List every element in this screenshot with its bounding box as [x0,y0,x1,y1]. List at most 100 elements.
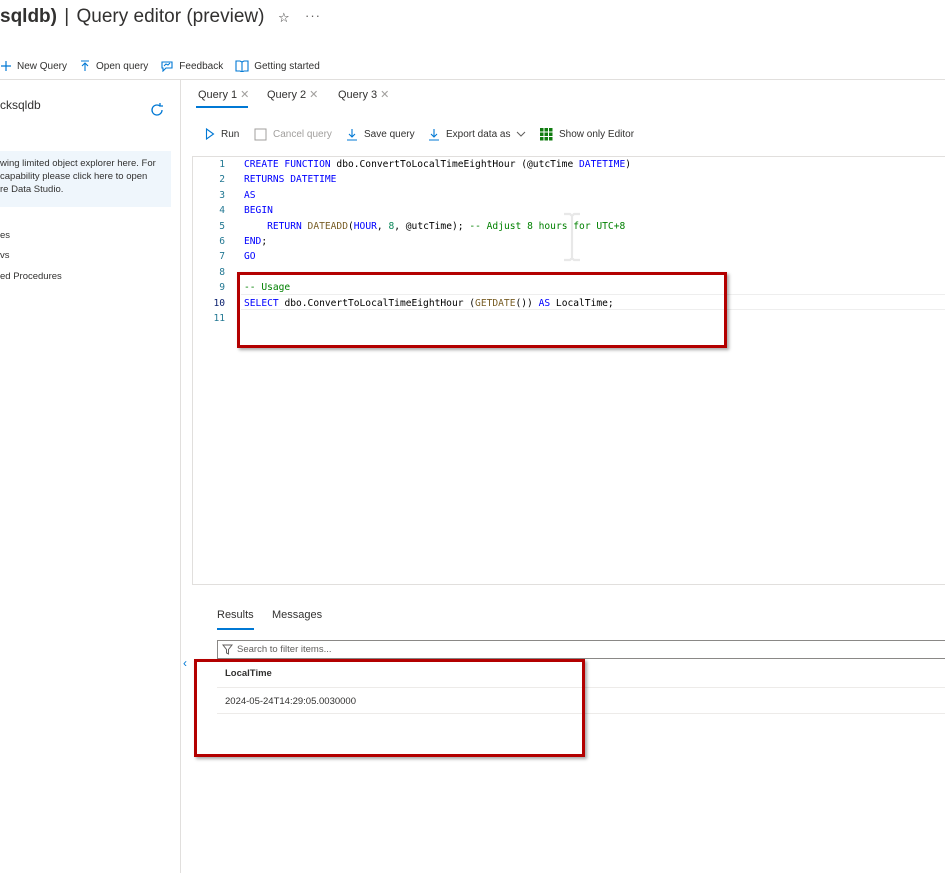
download-icon [429,128,439,141]
line-number: 11 [213,313,225,324]
feedback-label: Feedback [179,60,224,72]
stop-icon [254,128,267,140]
line-number: 9 [219,282,225,294]
highlight-box-results [194,659,585,757]
upload-icon [81,60,90,71]
database-name: cksqldb [0,98,41,112]
refresh-icon[interactable] [149,102,165,123]
code-token: RETURN [267,220,308,232]
sidebar-divider[interactable] [180,80,181,873]
tab-query-3[interactable]: Query 3 ✕ [338,88,389,102]
chevron-down-icon [517,131,526,137]
code-token: ) [625,159,632,170]
tab-query-2[interactable]: Query 2 ✕ [267,88,318,102]
run-button[interactable]: Run [205,126,239,142]
tab-query-1[interactable]: Query 1 ✕ [198,88,249,102]
code-token: RETURNS DATETIME [244,174,337,186]
line-number: 7 [219,251,225,263]
code-text: BEGIN [244,203,273,218]
cancel-query-button[interactable]: Cancel query [254,126,332,142]
getting-started-button[interactable]: Getting started [235,60,320,72]
feedback-button[interactable]: Feedback [160,60,223,72]
export-data-button[interactable]: Export data as [428,126,532,142]
code-text: AS [244,188,256,203]
plus-icon [1,61,11,71]
new-query-button[interactable]: New Query [0,60,67,72]
run-label: Run [221,128,240,140]
code-token: DATETIME [579,159,626,170]
feedback-icon [161,61,173,72]
tree-item-views[interactable]: vs [0,250,10,261]
text-cursor-icon [560,212,584,267]
open-query-button[interactable]: Open query [79,60,148,72]
code-text: END; [244,234,267,249]
object-explorer-info[interactable]: wing limited object explorer here. For c… [0,151,171,207]
code-line[interactable]: 1 CREATE FUNCTION dbo.ConvertToLocalTimeE… [193,157,943,172]
info-line: capability please click here to open [0,171,148,182]
new-query-label: New Query [17,60,68,72]
line-number: 10 [213,297,225,309]
code-token: GO [244,251,256,263]
more-options-button[interactable]: ··· [305,8,321,23]
tab-label: Query 1 [198,88,238,101]
code-token: HOUR [353,220,377,232]
title-db-name: sqldb) [0,6,57,27]
line-number: 5 [219,220,225,232]
tab-messages[interactable]: Messages [272,609,322,621]
code-text: CREATE FUNCTION dbo.ConvertToLocalTimeEi… [244,157,631,172]
open-query-label: Open query [96,60,149,72]
close-icon[interactable]: ✕ [309,88,318,101]
title-main: Query editor (preview) [76,6,265,27]
info-line: wing limited object explorer here. For [0,158,156,169]
top-toolbar: New Query Open query Feedback Getting st… [0,56,332,76]
tab-label: Query 3 [338,88,378,101]
download-icon [347,128,357,141]
code-token: AS [244,189,256,201]
code-token: , @utcTime); [394,220,470,232]
line-number: 8 [219,266,225,278]
play-icon [205,128,215,140]
save-query-label: Save query [364,128,415,140]
info-line: re Data Studio. [0,184,64,195]
export-data-label: Export data as [446,128,511,140]
filter-icon [222,644,233,655]
code-line[interactable]: 2 RETURNS DATETIME [193,172,943,187]
line-number: 3 [219,189,225,201]
code-text: GO [244,249,256,264]
filter-box [217,640,945,659]
highlight-box-query [237,272,727,348]
code-token: , [376,220,389,232]
show-only-editor-label: Show only Editor [559,128,635,140]
save-query-button[interactable]: Save query [346,126,415,142]
code-token: dbo.ConvertToLocalTimeEightHour (@utcTim… [336,159,580,170]
line-number: 4 [219,205,225,217]
toolbar-divider [0,79,945,80]
book-icon [235,60,249,72]
tree-item-tables[interactable]: es [0,230,10,241]
cancel-query-label: Cancel query [273,128,332,140]
close-icon[interactable]: ✕ [240,88,249,101]
page-title: sqldb) | Query editor (preview) [0,6,264,28]
tab-label: Query 2 [267,88,307,101]
filter-input[interactable] [237,644,837,655]
code-token: -- Adjust 8 hours for UTC+8 [469,220,626,232]
star-icon[interactable]: ☆ [278,10,290,26]
active-results-indicator [217,628,254,630]
getting-started-label: Getting started [254,60,320,72]
code-token: DATEADD [307,220,348,232]
close-icon[interactable]: ✕ [380,88,389,101]
code-token: CREATE FUNCTION [244,159,337,170]
tree-item-stored-procedures[interactable]: ed Procedures [0,271,62,282]
code-text: RETURNS DATETIME [244,172,336,187]
code-line[interactable]: 3 AS [193,188,943,203]
code-token: END [244,236,262,247]
code-token: BEGIN [244,205,273,217]
title-separator: | [64,6,70,27]
line-number: 6 [219,236,225,247]
line-number: 2 [219,174,225,186]
show-only-editor-button[interactable]: Show only Editor [540,126,634,142]
active-tab-indicator [196,106,248,108]
collapse-panel-icon[interactable]: ‹ [183,656,187,670]
tab-results[interactable]: Results [217,609,254,621]
